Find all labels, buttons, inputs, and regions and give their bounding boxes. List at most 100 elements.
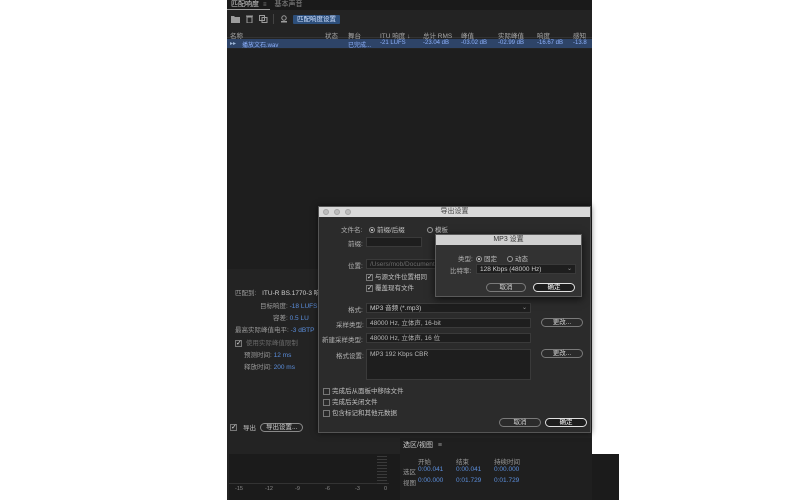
selection-duration[interactable]: 0:00.000 bbox=[494, 466, 519, 473]
meter-tick: 0 bbox=[384, 486, 388, 492]
close-after-checkbox[interactable] bbox=[323, 398, 330, 406]
new-sample-type-field: 48000 Hz, 立体声, 16 位 bbox=[366, 333, 531, 343]
sample-type-label: 采样类型: bbox=[336, 322, 364, 329]
same-as-source-option[interactable]: 与源文件位置相同 bbox=[366, 271, 427, 281]
selection-view-title-text: 选区/视图 bbox=[403, 442, 433, 449]
audio-file-icon: ▸▸ bbox=[230, 41, 237, 47]
radio-icon bbox=[369, 227, 375, 234]
lookahead-label: 预测时间: bbox=[244, 352, 272, 359]
zoom-window-icon[interactable] bbox=[345, 209, 351, 215]
tab-match-loudness[interactable]: 匹配响度 ≡ bbox=[227, 0, 271, 10]
table-row[interactable]: ▸▸ 播放文石.wav 已完成... -21 LUFS -23.04 dB -0… bbox=[227, 39, 592, 49]
dialog-titlebar: 导出设置 bbox=[319, 207, 590, 217]
mp3-settings-dialog: MP3 设置 类型: 固定 动态 比特率: 128 Kbps (48000 Hz… bbox=[435, 234, 582, 297]
overwrite-checkbox[interactable] bbox=[366, 284, 373, 292]
same-as-source-checkbox[interactable] bbox=[366, 273, 373, 281]
target-loudness-label: 目标响度: bbox=[260, 303, 288, 310]
export-settings-button[interactable]: 导出设置... bbox=[260, 422, 304, 432]
radio-variable[interactable]: 动态 bbox=[507, 253, 528, 263]
release-value[interactable]: 200 ms bbox=[274, 364, 295, 371]
format-label: 格式: bbox=[348, 307, 363, 314]
col-end: 结束 bbox=[456, 459, 469, 466]
include-markers-label: 包含标记和其他元数据 bbox=[332, 410, 397, 417]
sample-type-field: 48000 Hz, 立体声, 16-bit bbox=[366, 318, 531, 328]
tab-label: 匹配响度 bbox=[231, 1, 259, 8]
file-table-header: 名称 状态 舞台 ITU 响度 ↓ 总计 RMS 峰值 实际峰值 响度 感知 bbox=[227, 29, 592, 40]
radio-variable-label: 动态 bbox=[515, 256, 528, 263]
chevron-down-icon: ⌄ bbox=[566, 266, 572, 272]
remove-after-option[interactable]: 完成后从面板中移除文件 bbox=[323, 385, 404, 395]
close-window-icon[interactable] bbox=[323, 209, 329, 215]
panel-menu-icon[interactable]: ≡ bbox=[263, 2, 267, 8]
bitrate-label: 比特率: bbox=[450, 268, 472, 275]
mp3-type-label: 类型: bbox=[458, 256, 473, 263]
cancel-button[interactable]: 取消 bbox=[499, 418, 541, 427]
match-loudness-settings-button[interactable]: 匹配响度设置 bbox=[293, 14, 340, 24]
bitrate-select[interactable]: 128 Kbps (48000 Hz) ⌄ bbox=[476, 264, 576, 274]
row-view: 视图 bbox=[403, 480, 416, 487]
prefix-label: 前缀: bbox=[348, 241, 363, 248]
overwrite-option[interactable]: 覆盖现有文件 bbox=[366, 282, 414, 292]
format-select[interactable]: MP3 音频 (*.mp3) ⌄ bbox=[366, 303, 531, 313]
ok-button[interactable]: 确定 bbox=[545, 418, 587, 427]
radio-prefix-suffix-label: 前缀/后缀 bbox=[377, 227, 405, 234]
chevron-down-icon: ⌄ bbox=[521, 305, 527, 311]
target-loudness-value[interactable]: -18 LUFS bbox=[290, 303, 318, 310]
max-true-peak-value[interactable]: -3 dBTP bbox=[291, 327, 315, 334]
loudness-icon[interactable] bbox=[279, 14, 289, 24]
view-start[interactable]: 0:00.000 bbox=[418, 477, 443, 484]
match-settings-panel: 匹配到: ITU-R BS.1770-3 响度 目标响度: -18 LUFS 容… bbox=[227, 284, 327, 434]
limit-checkbox[interactable] bbox=[235, 339, 242, 347]
overwrite-label: 覆盖现有文件 bbox=[375, 285, 414, 292]
view-duration[interactable]: 0:01.729 bbox=[494, 477, 519, 484]
export-checkbox[interactable] bbox=[230, 423, 237, 431]
file-stage: 已完成... bbox=[348, 43, 372, 49]
release-label: 释放时间: bbox=[244, 364, 272, 371]
include-markers-checkbox[interactable] bbox=[323, 409, 330, 417]
radio-constant-label: 固定 bbox=[484, 256, 497, 263]
remove-after-checkbox[interactable] bbox=[323, 387, 330, 395]
row-selection: 选区 bbox=[403, 469, 416, 476]
location-input[interactable]: /Users/mob/Documents bbox=[366, 259, 436, 269]
format-select-value: MP3 音频 (*.mp3) bbox=[370, 305, 422, 312]
change-format-settings-button[interactable]: 更改... bbox=[541, 349, 583, 358]
radio-icon bbox=[507, 256, 513, 263]
tab-essential-sound[interactable]: 基本声音 bbox=[270, 0, 306, 10]
selection-end[interactable]: 0:00.041 bbox=[456, 466, 481, 473]
max-true-peak-label: 最高实际峰值电平: bbox=[235, 327, 289, 334]
view-end[interactable]: 0:01.729 bbox=[456, 477, 481, 484]
meter-tick: -9 bbox=[295, 486, 300, 492]
location-label: 位置: bbox=[348, 263, 363, 270]
dialog-title: 导出设置 bbox=[440, 208, 469, 215]
radio-constant[interactable]: 固定 bbox=[476, 253, 497, 263]
panel-tabs: 匹配响度 ≡ 基本声音 bbox=[227, 0, 592, 10]
file-name: 播放文石.wav bbox=[242, 43, 279, 49]
selection-view-panel: 选区/视图 ≡ 开始 结束 持续时间 选区 0:00.041 0:00.041 … bbox=[400, 438, 592, 500]
meter-level-bar bbox=[377, 456, 387, 484]
lookahead-value[interactable]: 12 ms bbox=[274, 352, 292, 359]
tolerance-value[interactable]: 0.5 LU bbox=[290, 315, 309, 322]
same-as-source-label: 与源文件位置相同 bbox=[375, 274, 427, 281]
change-sample-type-button[interactable]: 更改... bbox=[541, 318, 583, 327]
export-label: 导出 bbox=[243, 425, 256, 432]
folder-icon[interactable] bbox=[230, 14, 240, 24]
include-markers-option[interactable]: 包含标记和其他元数据 bbox=[323, 407, 397, 417]
selection-start[interactable]: 0:00.041 bbox=[418, 466, 443, 473]
prefix-input[interactable] bbox=[366, 237, 422, 247]
file-rms: -23.04 dB bbox=[423, 40, 450, 46]
trash-icon[interactable] bbox=[244, 14, 254, 24]
match-to-label: 匹配到: bbox=[235, 290, 257, 297]
new-sample-type-label: 新建采样类型: bbox=[322, 337, 363, 344]
radio-prefix-suffix[interactable]: 前缀/后缀 bbox=[369, 224, 405, 234]
radio-template[interactable]: 模板 bbox=[427, 224, 448, 234]
copy-icon[interactable] bbox=[258, 14, 268, 24]
close-after-option[interactable]: 完成后关闭文件 bbox=[323, 396, 378, 406]
mp3-ok-button[interactable]: 确定 bbox=[533, 283, 575, 292]
file-true-peak: -02.99 dB bbox=[498, 40, 525, 46]
export-row: 导出 导出设置... bbox=[230, 422, 304, 432]
selection-view-title: 选区/视图 ≡ bbox=[403, 440, 442, 450]
minimize-window-icon[interactable] bbox=[334, 209, 340, 215]
file-peak: -03.02 dB bbox=[461, 40, 488, 46]
mp3-cancel-button[interactable]: 取消 bbox=[486, 283, 526, 292]
panel-menu-icon[interactable]: ≡ bbox=[438, 442, 442, 449]
